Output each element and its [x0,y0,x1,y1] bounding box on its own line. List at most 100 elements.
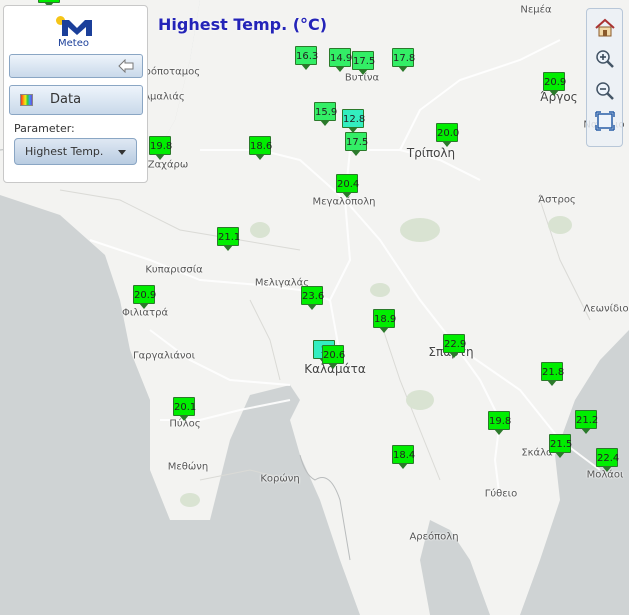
meteo-logo-text: Meteo [58,38,89,49]
marker-pointer [379,327,389,333]
control-panel: Meteo Data Parameter: Highest Temp. [3,5,148,183]
station-marker[interactable]: 14.9 [329,48,352,72]
marker-pointer [139,303,149,309]
place-label-kyparissia: Κυπαρισσία [145,264,203,276]
marker-pointer [442,141,452,147]
map-toolbar [586,8,623,147]
station-marker[interactable]: 16.3 [295,46,318,70]
station-marker[interactable]: 21.2 [575,410,598,434]
marker-pointer [255,154,265,160]
station-marker[interactable]: 20.1 [173,397,196,421]
chevron-down-icon [118,150,126,155]
place-label-leonidio: Λεωνίδιο [583,303,629,315]
station-value: 17.5 [345,132,368,151]
station-marker[interactable]: 20.9 [133,285,156,309]
station-marker[interactable]: 18.9 [373,309,396,333]
place-label-megalopoli: Μεγαλόπολη [312,196,376,208]
station-marker[interactable]: 12.8 [342,109,365,133]
place-label-zacharo: Ζαχάρω [147,159,189,171]
marker-pointer [494,429,504,435]
parameter-select[interactable]: Highest Temp. [14,138,137,165]
marker-pointer [335,66,345,72]
station-value: 21.8 [541,362,564,381]
station-marker[interactable]: 15.9 [314,102,337,126]
station-value: 14.9 [329,48,352,67]
station-marker[interactable]: 20.4 [336,174,359,198]
data-button-label: Data [50,92,82,107]
station-marker[interactable]: 21.5 [549,434,572,458]
marker-pointer [179,415,189,421]
place-label-koroni: Κορώνη [260,473,300,485]
marker-pointer [581,428,591,434]
station-value: 20.1 [173,397,196,416]
station-marker[interactable]: 20.6 [322,345,345,369]
place-label-tripoli: Τρίπολη [406,146,456,160]
meteo-logo: Meteo [56,14,98,50]
zoom-out-icon[interactable] [593,79,617,103]
station-marker[interactable]: 20.9 [543,72,566,96]
place-label-astros: Άστρος [538,194,576,206]
collapse-panel-button[interactable] [9,54,143,78]
zoom-in-icon[interactable] [593,47,617,71]
station-value: 18.4 [392,445,415,464]
place-label-methoni: Μεθώνη [167,461,209,473]
station-value: 20.9 [133,285,156,304]
marker-pointer [549,90,559,96]
data-button[interactable]: Data [9,85,143,115]
place-label-amalias: Αμαλιάς [143,91,185,103]
home-icon[interactable] [593,16,617,40]
station-value: 18.9 [373,309,396,328]
station-value: 21.5 [549,434,572,453]
marker-pointer [398,66,408,72]
marker-pointer [328,363,338,369]
arrow-left-icon [118,59,134,73]
station-value: 19.8 [149,136,172,155]
marker-pointer [398,463,408,469]
place-label-nemea: Νεμέα [520,4,552,16]
station-value: 20.0 [436,123,459,142]
marker-pointer [307,304,317,310]
station-value: 22.9 [443,334,466,353]
station-value: 22.4 [596,448,619,467]
station-marker[interactable]: 18.6 [249,136,272,160]
parameter-select-value: Highest Temp. [25,145,104,158]
station-marker[interactable]: 21.1 [217,227,240,251]
station-marker[interactable]: 17.5 [345,132,368,156]
station-marker[interactable]: 19.8 [149,136,172,160]
station-value: 16.3 [295,46,318,65]
marker-pointer [602,466,612,472]
station-value: 17.8 [392,48,415,67]
station-value: 15.9 [314,102,337,121]
place-label-filiatra: Φιλιατρά [121,307,169,319]
station-value: 19.8 [488,411,511,430]
station-marker[interactable]: 22.4 [596,448,619,472]
station-marker[interactable]: 17.5 [352,51,375,75]
station-marker[interactable]: 19.8 [488,411,511,435]
station-value: 23.6 [301,286,324,305]
marker-pointer [155,154,165,160]
marker-pointer [555,452,565,458]
station-value: 20.9 [543,72,566,91]
station-value: 21.2 [575,410,598,429]
place-label-gargalianoi: Γαργαλιάνοι [132,350,196,362]
station-marker[interactable]: 17.8 [392,48,415,72]
full-extent-icon[interactable] [593,109,617,133]
map-title: Highest Temp. (°C) [158,15,328,34]
marker-pointer [449,352,459,358]
station-value: 18.6 [249,136,272,155]
parameter-label: Parameter: [14,122,75,135]
station-marker[interactable]: 20.0 [436,123,459,147]
station-value: 12.8 [342,109,365,128]
station-value: 21.1 [217,227,240,246]
station-marker[interactable]: 18.4 [392,445,415,469]
station-value: 20.4 [336,174,359,193]
station-marker[interactable]: 22.9 [443,334,466,358]
station-value: 20.6 [322,345,345,364]
place-label-skala: Σκάλα [521,447,553,459]
station-marker[interactable]: 21.8 [541,362,564,386]
station-marker[interactable]: 23.6 [301,286,324,310]
marker-pointer [342,192,352,198]
place-label-gytheio: Γύθειο [484,488,518,500]
marker-pointer [301,64,311,70]
marker-pointer [351,150,361,156]
